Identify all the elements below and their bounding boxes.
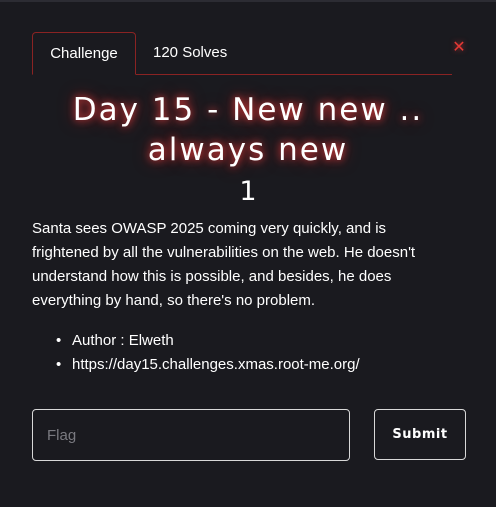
tab-solves[interactable]: 120 Solves <box>153 32 243 74</box>
challenge-title: Day 15 - New new .. always new <box>72 92 424 168</box>
challenge-modal: Challenge 120 Solves ✕ Day 15 - New new … <box>0 0 496 507</box>
submit-button[interactable]: Submit <box>374 409 466 460</box>
tab-challenge[interactable]: Challenge <box>32 32 136 75</box>
author-item: Author : Elweth <box>32 329 472 353</box>
challenge-points: 1 <box>239 176 257 207</box>
challenge-meta-list: Author : Elweth https://day15.challenges… <box>32 329 472 377</box>
flag-input[interactable] <box>32 409 350 461</box>
modal-tabs: Challenge 120 Solves <box>32 32 452 75</box>
challenge-description: Santa sees OWASP 2025 coming very quickl… <box>32 220 416 309</box>
close-icon[interactable]: ✕ <box>450 38 468 56</box>
challenge-link[interactable]: https://day15.challenges.xmas.root-me.or… <box>32 353 472 377</box>
